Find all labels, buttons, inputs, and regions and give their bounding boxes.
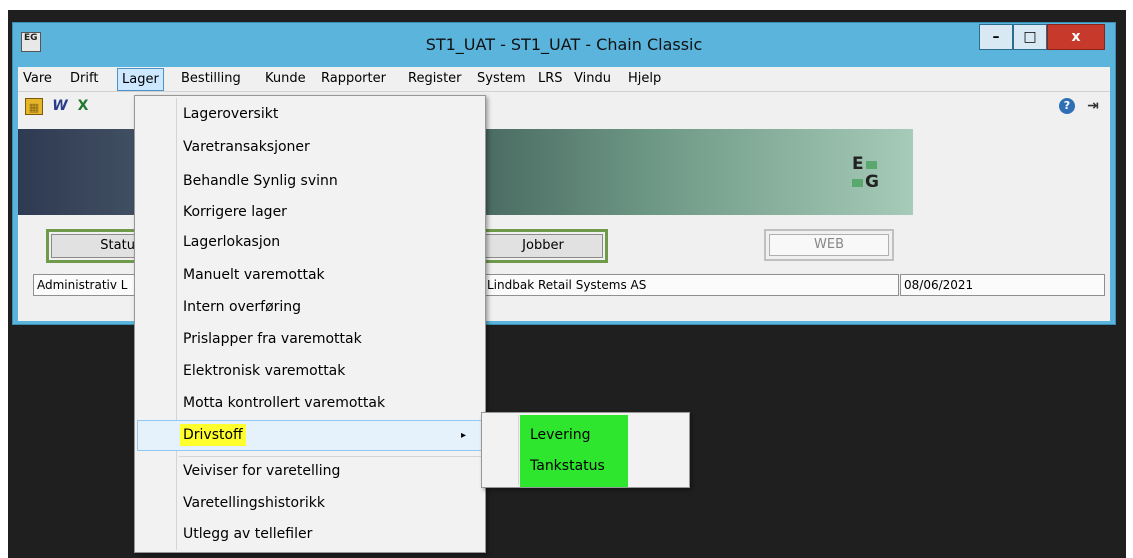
drivstoff-submenu: Levering Tankstatus (481, 412, 690, 488)
menu-item-lageroversikt[interactable]: Lageroversikt (183, 106, 278, 122)
logo-letter-top: E (852, 154, 864, 174)
calculator-icon[interactable]: ▦ (25, 98, 43, 115)
submenu-item-levering[interactable]: Levering (530, 427, 590, 443)
close-button[interactable]: x (1047, 24, 1105, 50)
excel-icon[interactable]: X (74, 98, 92, 115)
submenu-item-tankstatus[interactable]: Tankstatus (530, 458, 605, 474)
menu-item-drivstoff[interactable]: Drivstoff (180, 424, 246, 446)
menu-item-korrigere-lager[interactable]: Korrigere lager (183, 204, 287, 220)
menu-kunde[interactable]: Kunde (265, 71, 306, 86)
help-icon[interactable]: ? (1059, 98, 1075, 114)
jobber-button-frame: Jobber (478, 229, 608, 263)
submenu-green-highlight (520, 415, 628, 487)
web-button[interactable]: WEB (769, 234, 889, 256)
title-bar[interactable]: EG ST1_UAT - ST1_UAT - Chain Classic – □… (13, 23, 1115, 67)
menu-item-veiviser-varetelling[interactable]: Veiviser for varetelling (183, 463, 340, 479)
submenu-arrow-icon: ▸ (461, 430, 467, 441)
logo-letter-bottom: G (865, 172, 879, 192)
menu-item-lagerlokasjon[interactable]: Lagerlokasjon (183, 234, 280, 250)
menu-rapporter[interactable]: Rapporter (321, 71, 386, 86)
eg-logo: E G (852, 155, 892, 193)
status-user: Administrativ L (33, 274, 148, 296)
menu-lager[interactable]: Lager (117, 68, 164, 91)
word-icon[interactable]: W (51, 98, 69, 115)
web-button-frame: WEB (764, 229, 894, 261)
menu-item-intern-overforing[interactable]: Intern overføring (183, 299, 301, 315)
lager-dropdown-menu: Lageroversikt Varetransaksjoner Behandle… (134, 95, 486, 553)
menu-bestilling[interactable]: Bestilling (181, 71, 241, 86)
menu-item-manuelt-varemottak[interactable]: Manuelt varemottak (183, 267, 325, 283)
menu-item-elektronisk-varemottak[interactable]: Elektronisk varemottak (183, 363, 345, 379)
menu-item-utlegg-tellefiler[interactable]: Utlegg av tellefiler (183, 526, 312, 542)
minimize-button[interactable]: – (979, 24, 1013, 50)
maximize-button[interactable]: □ (1013, 24, 1047, 50)
menu-register[interactable]: Register (408, 71, 462, 86)
menu-item-varetellingshistorikk[interactable]: Varetellingshistorikk (183, 495, 325, 511)
status-date: 08/06/2021 (900, 274, 1105, 296)
menu-item-behandle-synlig-svinn[interactable]: Behandle Synlig svinn (183, 173, 338, 189)
jobber-button[interactable]: Jobber (483, 234, 603, 258)
status-company: Lindbak Retail Systems AS (484, 274, 899, 296)
menu-lrs[interactable]: LRS (538, 71, 563, 86)
window-title: ST1_UAT - ST1_UAT - Chain Classic (425, 35, 703, 54)
menu-system[interactable]: System (477, 71, 525, 86)
menu-drift[interactable]: Drift (70, 71, 98, 86)
menu-vare[interactable]: Vare (23, 71, 52, 86)
menu-item-motta-kontrollert[interactable]: Motta kontrollert varemottak (183, 395, 385, 411)
menu-separator (179, 456, 481, 457)
menu-item-prislapper[interactable]: Prislapper fra varemottak (183, 331, 362, 347)
drivstoff-label: Drivstoff (180, 424, 246, 446)
exit-door-icon[interactable]: ⇥ (1084, 98, 1102, 115)
menu-item-varetransaksjoner[interactable]: Varetransaksjoner (183, 139, 310, 155)
menu-bar: Vare Drift Lager Bestilling Kunde Rappor… (18, 67, 1110, 91)
menu-vindu[interactable]: Vindu (574, 71, 611, 86)
menu-hjelp[interactable]: Hjelp (628, 71, 661, 86)
